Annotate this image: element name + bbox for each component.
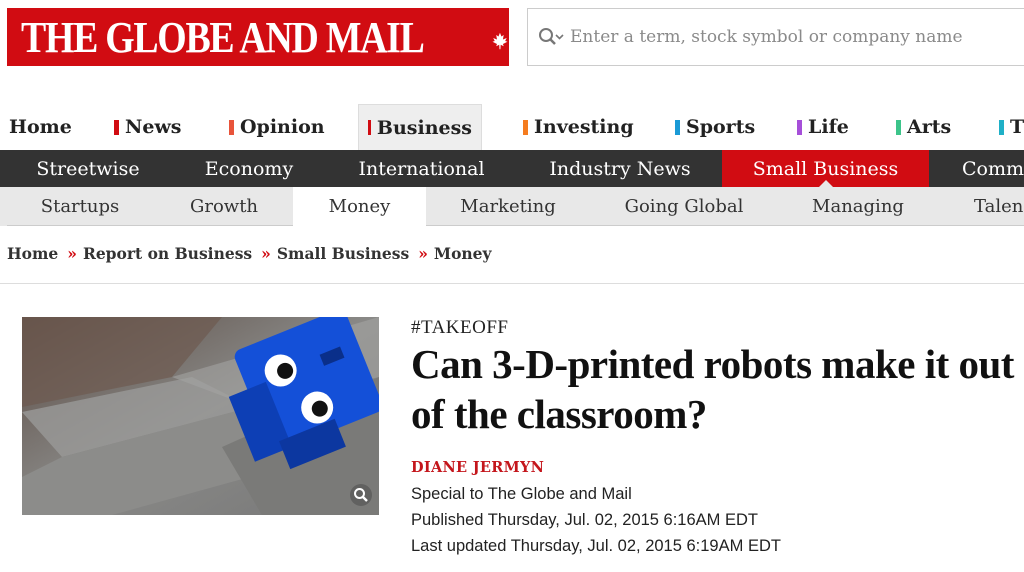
article-updated: Last updated Thursday, Jul. 02, 2015 6:1… xyxy=(411,537,781,555)
breadcrumb-separator: » xyxy=(418,244,428,263)
nav-label: Opinion xyxy=(240,116,325,138)
breadcrumb-separator: » xyxy=(261,244,271,263)
active-caret-icon xyxy=(818,180,833,187)
section-color-marker xyxy=(229,119,234,135)
subnav-industry-news[interactable]: Industry News xyxy=(538,150,702,187)
nav-label: Sports xyxy=(686,116,756,138)
search-input[interactable] xyxy=(570,27,1024,47)
nav-business[interactable]: Business xyxy=(358,104,482,150)
nav-label: T xyxy=(1010,116,1024,138)
nav-life[interactable]: Life xyxy=(797,104,849,150)
nav-truncated[interactable]: T xyxy=(999,104,1024,150)
subnav-small-business[interactable]: Small Business xyxy=(722,150,929,187)
subnav-economy[interactable]: Economy xyxy=(188,150,310,187)
nav-home[interactable]: Home xyxy=(9,104,72,150)
article-kicker[interactable]: #TAKEOFF xyxy=(411,317,509,339)
nav-label: Business xyxy=(376,116,472,139)
maple-leaf-icon xyxy=(492,32,508,50)
site-logo[interactable]: THE GLOBE AND MAIL xyxy=(7,8,509,66)
subnav-international[interactable]: International xyxy=(350,150,493,187)
article-thumbnail[interactable] xyxy=(22,317,379,515)
section-subnav: Streetwise Economy International Industr… xyxy=(0,150,1024,187)
nav-label: Home xyxy=(9,116,72,138)
primary-nav: Home News Opinion Business Investing Spo… xyxy=(0,104,1024,150)
nav-label: Life xyxy=(808,116,849,138)
subnav-streetwise[interactable]: Streetwise xyxy=(27,150,149,187)
breadcrumb-home[interactable]: Home xyxy=(7,244,58,263)
topic-money[interactable]: Money xyxy=(293,187,426,226)
search-box[interactable] xyxy=(527,8,1024,66)
section-color-marker xyxy=(675,119,680,135)
breadcrumb-divider xyxy=(0,283,1024,284)
subnav-label: International xyxy=(358,157,485,180)
subnav-label: Economy xyxy=(204,157,294,180)
topic-marketing[interactable]: Marketing xyxy=(443,187,573,226)
topic-label: Money xyxy=(328,196,391,217)
section-color-marker xyxy=(368,120,371,135)
breadcrumb-small-business[interactable]: Small Business xyxy=(277,244,409,263)
topic-label: Managing xyxy=(812,196,904,217)
breadcrumb: Home » Report on Business » Small Busine… xyxy=(7,244,492,263)
topic-growth[interactable]: Growth xyxy=(164,187,284,226)
nav-investing[interactable]: Investing xyxy=(523,104,634,150)
subnav-label: Small Business xyxy=(752,157,899,180)
nav-sports[interactable]: Sports xyxy=(675,104,755,150)
topic-label: Startups xyxy=(40,196,120,217)
search-icon[interactable] xyxy=(538,27,564,47)
nav-label: Investing xyxy=(534,116,634,138)
topic-label: Talen xyxy=(974,196,1024,217)
topic-label: Marketing xyxy=(460,196,556,217)
subnav-label: Streetwise xyxy=(36,157,140,180)
subnav-edge xyxy=(0,187,7,226)
breadcrumb-money[interactable]: Money xyxy=(434,244,492,263)
breadcrumb-separator: » xyxy=(67,244,77,263)
nav-arts[interactable]: Arts xyxy=(896,104,951,150)
topic-label: Growth xyxy=(189,196,259,217)
section-color-marker xyxy=(896,119,901,135)
section-color-marker xyxy=(114,119,119,135)
robot-on-stairs-photo xyxy=(22,317,379,515)
topic-label: Going Global xyxy=(624,196,744,217)
topic-subnav: Startups Growth Money Marketing Going Gl… xyxy=(0,187,1024,226)
article-published: Published Thursday, Jul. 02, 2015 6:16AM… xyxy=(411,511,758,529)
section-color-marker xyxy=(523,119,528,135)
logo-text: THE GLOBE AND MAIL xyxy=(21,12,425,62)
topic-going-global[interactable]: Going Global xyxy=(610,187,758,226)
article-author[interactable]: DIANE JERMYN xyxy=(411,459,544,476)
section-color-marker xyxy=(797,119,802,135)
nav-label: Arts xyxy=(907,116,952,138)
topic-startups[interactable]: Startups xyxy=(20,187,140,226)
subnav-label: Industry News xyxy=(549,157,691,180)
breadcrumb-report-on-business[interactable]: Report on Business xyxy=(83,244,252,263)
section-color-marker xyxy=(999,119,1004,135)
subnav-truncated[interactable]: Comm xyxy=(962,150,1024,187)
article-headline: Can 3-D-printed robots make it out of th… xyxy=(411,341,1014,437)
nav-news[interactable]: News xyxy=(114,104,182,150)
nav-opinion[interactable]: Opinion xyxy=(229,104,325,150)
nav-label: News xyxy=(125,116,182,138)
article-special: Special to The Globe and Mail xyxy=(411,485,632,503)
subnav-label: Comm xyxy=(962,157,1024,180)
topic-managing[interactable]: Managing xyxy=(796,187,920,226)
zoom-icon[interactable] xyxy=(353,487,369,503)
topic-truncated[interactable]: Talen xyxy=(974,187,1024,226)
